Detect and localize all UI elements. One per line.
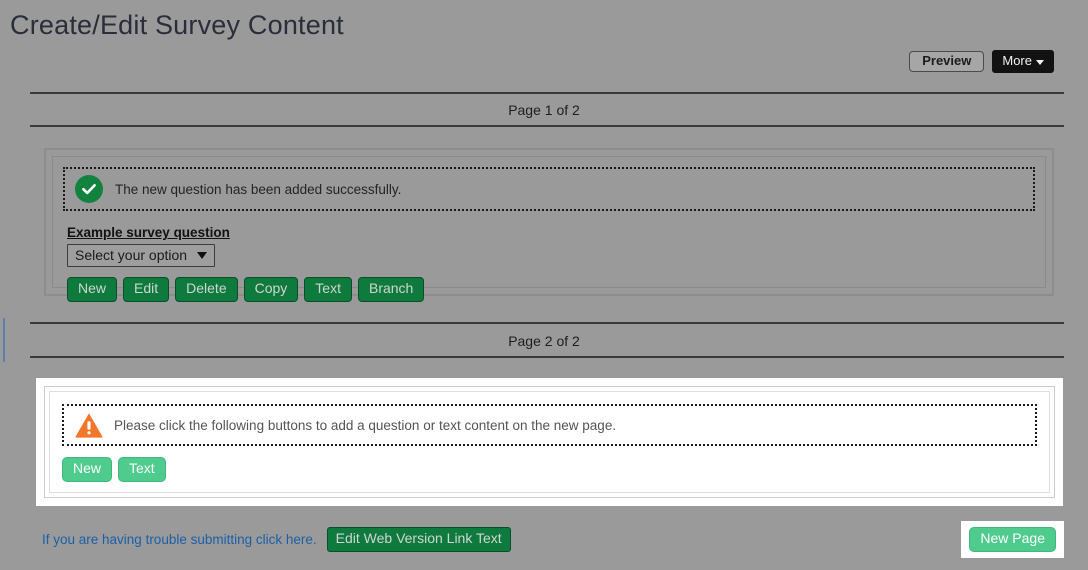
- edit-question-button[interactable]: Edit: [123, 277, 170, 302]
- more-button-label: More: [1002, 53, 1032, 68]
- page1-label: Page 1 of 2: [508, 102, 580, 118]
- question-label: Example survey question: [67, 225, 230, 240]
- page1-button-row: New Edit Delete Copy Text Branch: [67, 277, 1035, 302]
- page1-rule-bottom: [30, 125, 1064, 127]
- page2-rule-bottom: [30, 356, 1064, 358]
- page2-button-row: New Text: [62, 457, 1037, 482]
- new-page-button[interactable]: New Page: [969, 527, 1056, 552]
- question-option-select[interactable]: Select your option: [67, 244, 216, 267]
- more-dropdown-button[interactable]: More: [992, 50, 1054, 73]
- warning-message-text: Please click the following buttons to ad…: [114, 417, 617, 433]
- success-check-icon: [75, 175, 103, 203]
- copy-question-button[interactable]: Copy: [243, 277, 299, 302]
- top-action-bar: Preview More: [909, 50, 1054, 73]
- branch-question-button[interactable]: Branch: [357, 277, 425, 302]
- new-question-button[interactable]: New: [67, 277, 118, 302]
- page1-inner-container: The new question has been added successf…: [52, 156, 1046, 302]
- success-message-box: The new question has been added successf…: [63, 167, 1035, 211]
- left-edge-caret-marker: [3, 318, 5, 362]
- warning-message-box: Please click the following buttons to ad…: [62, 404, 1037, 446]
- new-page-focus-ring: New Page: [961, 521, 1064, 558]
- chevron-down-icon: [1036, 59, 1044, 65]
- new-question-button-page2[interactable]: New: [62, 457, 113, 482]
- page2-focus-ring: Please click the following buttons to ad…: [36, 378, 1063, 506]
- chevron-down-icon: [197, 251, 208, 259]
- warning-triangle-icon: [74, 411, 104, 439]
- question-option-select-value: Select your option: [75, 247, 188, 263]
- page-title: Create/Edit Survey Content: [10, 10, 344, 40]
- preview-button[interactable]: Preview: [909, 51, 985, 72]
- page2-label: Page 2 of 2: [508, 333, 580, 349]
- page1-container: The new question has been added successf…: [44, 148, 1054, 302]
- trouble-submitting-link[interactable]: If you are having trouble submitting cli…: [42, 532, 317, 547]
- delete-question-button[interactable]: Delete: [175, 277, 238, 302]
- page1-rule-top: [30, 92, 1064, 94]
- page2-container: Please click the following buttons to ad…: [44, 386, 1055, 498]
- edit-web-version-link-text-button[interactable]: Edit Web Version Link Text: [326, 527, 511, 552]
- success-message-text: The new question has been added successf…: [115, 181, 402, 197]
- page2-inner-container: Please click the following buttons to ad…: [49, 391, 1050, 493]
- text-content-button[interactable]: Text: [304, 277, 352, 302]
- footer-left-group: If you are having trouble submitting cli…: [42, 527, 511, 552]
- text-content-button-page2[interactable]: Text: [118, 457, 166, 482]
- page2-rule-top: [30, 322, 1064, 324]
